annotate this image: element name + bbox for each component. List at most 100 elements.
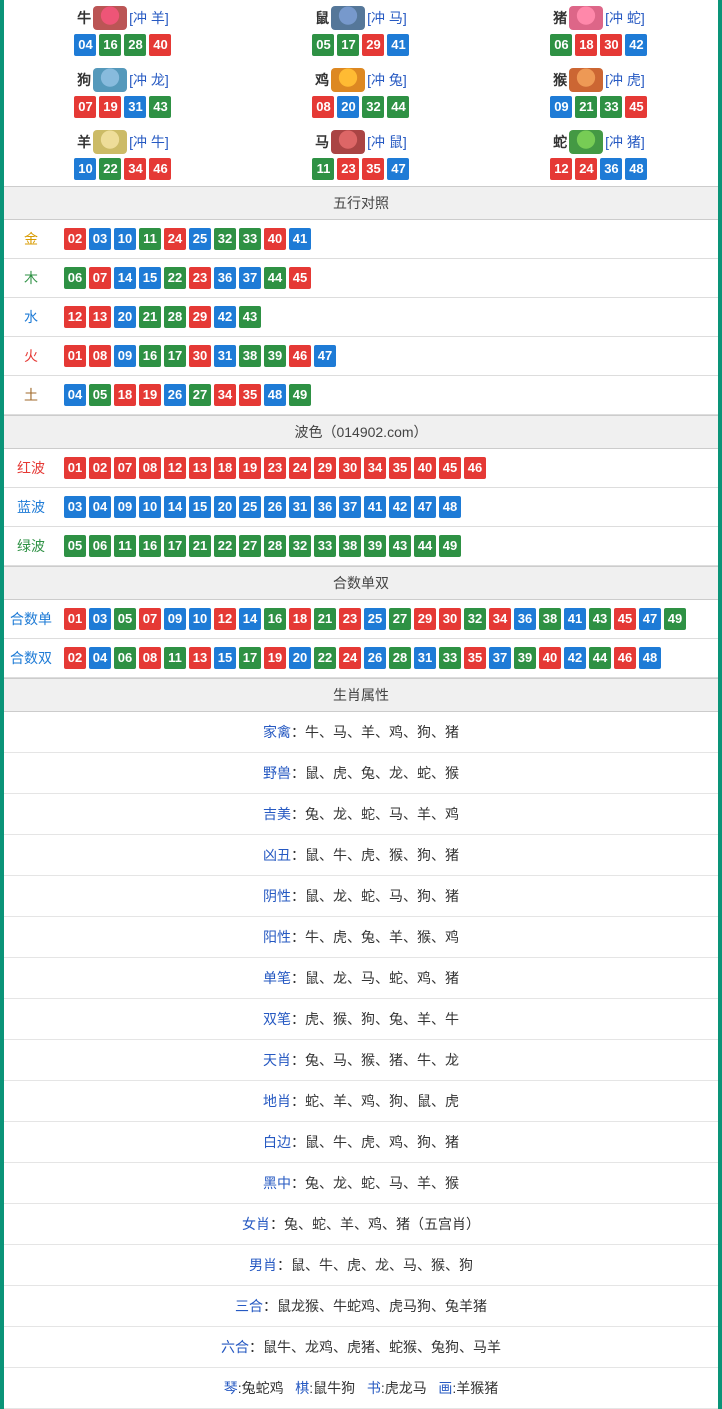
number-ball: 32 — [464, 608, 486, 630]
number-ball: 01 — [64, 345, 86, 367]
footer-label: 琴 — [224, 1380, 238, 1396]
number-ball: 28 — [389, 647, 411, 669]
number-ball: 29 — [414, 608, 436, 630]
number-ball: 47 — [414, 496, 436, 518]
attr-value: ：兔、龙、蛇、马、羊、鸡 — [291, 806, 459, 822]
zodiac-cell: 马[冲 鼠]11233547 — [242, 124, 480, 186]
footer-value: :虎龙马 — [381, 1380, 427, 1396]
number-ball: 38 — [239, 345, 261, 367]
attr-row: 双笔：虎、猴、狗、兔、羊、牛 — [4, 999, 718, 1040]
table-row: 木06071415222336374445 — [4, 259, 718, 298]
number-ball: 21 — [139, 306, 161, 328]
attr-label: 六合 — [221, 1339, 249, 1355]
number-ball: 26 — [164, 384, 186, 406]
row-label: 水 — [4, 298, 58, 337]
table-row: 土04051819262734354849 — [4, 376, 718, 415]
number-ball: 32 — [362, 96, 384, 118]
zodiac-monkey-icon — [569, 68, 603, 92]
number-ball: 29 — [189, 306, 211, 328]
zodiac-rat-icon — [331, 6, 365, 30]
number-ball: 09 — [550, 96, 572, 118]
zodiac-dog-icon — [93, 68, 127, 92]
balls-row: 03040910141520252631363741424748 — [64, 496, 712, 518]
zodiac-balls: 04162840 — [4, 34, 242, 56]
footer-label: 书 — [367, 1380, 381, 1396]
table-row: 红波0102070812131819232429303435404546 — [4, 449, 718, 488]
number-ball: 42 — [564, 647, 586, 669]
zodiac-chong: [冲 马] — [367, 8, 407, 28]
number-ball: 08 — [139, 457, 161, 479]
row-balls-cell: 05061116172122272832333839434449 — [58, 527, 718, 566]
number-ball: 21 — [314, 608, 336, 630]
number-ball: 14 — [114, 267, 136, 289]
attr-label: 双笔 — [263, 1011, 291, 1027]
zodiac-cell: 鸡[冲 兔]08203244 — [242, 62, 480, 124]
number-ball: 40 — [539, 647, 561, 669]
balls-row: 0204060811131517192022242628313335373940… — [64, 647, 712, 669]
attr-row: 家禽：牛、马、羊、鸡、狗、猪 — [4, 712, 718, 753]
number-ball: 17 — [164, 345, 186, 367]
zodiac-snake-icon — [569, 130, 603, 154]
number-ball: 36 — [214, 267, 236, 289]
number-ball: 06 — [89, 535, 111, 557]
attr-row: 野兽：鼠、虎、兔、龙、蛇、猴 — [4, 753, 718, 794]
balls-row: 0103050709101214161821232527293032343638… — [64, 608, 712, 630]
attr-label: 凶丑 — [263, 847, 291, 863]
section-header-heshu: 合数单双 — [4, 566, 718, 600]
zodiac-name: 牛 — [77, 8, 91, 28]
zodiac-cell: 羊[冲 牛] 10223446 — [4, 124, 242, 186]
number-ball: 12 — [550, 158, 572, 180]
number-ball: 24 — [289, 457, 311, 479]
number-ball: 48 — [264, 384, 286, 406]
row-label: 金 — [4, 220, 58, 259]
number-ball: 46 — [289, 345, 311, 367]
attr-value: ：鼠、牛、虎、龙、马、猴、狗 — [277, 1257, 473, 1273]
number-ball: 45 — [614, 608, 636, 630]
table-row: 绿波05061116172122272832333839434449 — [4, 527, 718, 566]
zodiac-name: 蛇 — [553, 132, 567, 152]
number-ball: 04 — [64, 384, 86, 406]
zodiac-chong: [冲 龙] — [129, 70, 169, 90]
zodiac-goat-icon — [93, 130, 127, 154]
number-ball: 38 — [539, 608, 561, 630]
zodiac-balls: 12243648 — [480, 158, 718, 180]
number-ball: 34 — [124, 158, 146, 180]
number-ball: 20 — [337, 96, 359, 118]
number-ball: 37 — [339, 496, 361, 518]
number-ball: 25 — [189, 228, 211, 250]
number-ball: 42 — [214, 306, 236, 328]
attr-label: 天肖 — [263, 1052, 291, 1068]
number-ball: 21 — [575, 96, 597, 118]
zodiac-header: 鼠[冲 马] — [242, 6, 480, 30]
attr-value: ：鼠、牛、虎、鸡、狗、猪 — [291, 1134, 459, 1150]
number-ball: 43 — [149, 96, 171, 118]
zodiac-balls: 10223446 — [4, 158, 242, 180]
attr-row: 天肖：兔、马、猴、猪、牛、龙 — [4, 1040, 718, 1081]
attr-label: 野兽 — [263, 765, 291, 781]
attr-value: ：鼠龙猴、牛蛇鸡、虎马狗、兔羊猪 — [263, 1298, 487, 1314]
number-ball: 43 — [389, 535, 411, 557]
zodiac-header: 马[冲 鼠] — [242, 130, 480, 154]
number-ball: 17 — [239, 647, 261, 669]
number-ball: 45 — [439, 457, 461, 479]
balls-row: 02031011242532334041 — [64, 228, 712, 250]
attr-value: ：虎、猴、狗、兔、羊、牛 — [291, 1011, 459, 1027]
number-ball: 44 — [264, 267, 286, 289]
zodiac-cell: 猴[冲 虎]09213345 — [480, 62, 718, 124]
zodiac-cell: 牛[冲 羊]04162840 — [4, 0, 242, 62]
zodiac-chong: [冲 兔] — [367, 70, 407, 90]
number-ball: 37 — [239, 267, 261, 289]
number-ball: 30 — [339, 457, 361, 479]
number-ball: 35 — [362, 158, 384, 180]
zodiac-header: 羊[冲 牛] — [4, 130, 242, 154]
row-balls-cell: 02031011242532334041 — [58, 220, 718, 259]
number-ball: 35 — [464, 647, 486, 669]
number-ball: 16 — [139, 535, 161, 557]
number-ball: 47 — [639, 608, 661, 630]
number-ball: 22 — [99, 158, 121, 180]
number-ball: 47 — [314, 345, 336, 367]
number-ball: 48 — [639, 647, 661, 669]
number-ball: 34 — [214, 384, 236, 406]
number-ball: 28 — [164, 306, 186, 328]
number-ball: 13 — [89, 306, 111, 328]
